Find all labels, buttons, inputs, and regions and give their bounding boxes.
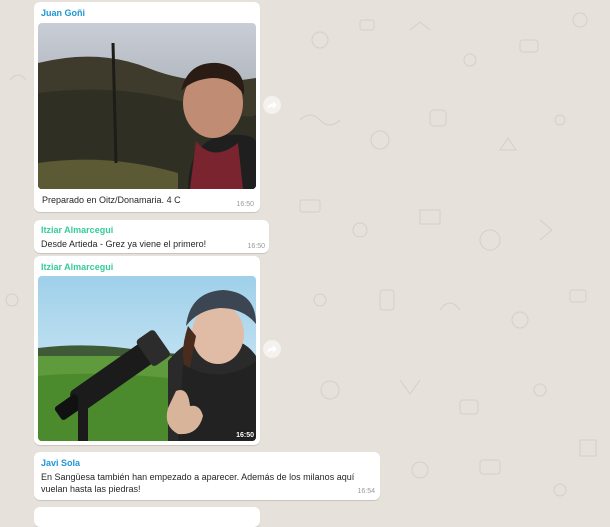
forward-button[interactable] <box>263 340 281 358</box>
sender-name[interactable]: Itziar Almarcegui <box>41 262 113 272</box>
photo-selfie-forest[interactable] <box>38 23 256 189</box>
photo-image <box>38 276 256 441</box>
message-time: 16:50 <box>236 201 254 208</box>
forward-arrow-icon <box>267 101 277 109</box>
photo-selfie-telescope[interactable] <box>38 276 256 441</box>
message-time: 16:54 <box>357 488 375 495</box>
forward-button[interactable] <box>263 96 281 114</box>
sender-name[interactable]: Itziar Almarcegui <box>41 225 113 235</box>
message-bubble-text-itziar[interactable]: Itziar Almarcegui Desde Artieda - Grez y… <box>34 220 269 253</box>
message-text-line2: vuelan hasta las piedras! <box>41 484 141 494</box>
message-bubble-partial[interactable] <box>34 507 260 527</box>
message-bubble-photo-itziar[interactable]: Itziar Almarcegui 16:50 <box>34 256 260 445</box>
message-text-line1: En Sangüesa también han empezado a apare… <box>41 472 355 482</box>
message-bubble-photo-juan[interactable]: Juan Goñi Preparado en Oitz/Donamaria. 4… <box>34 2 260 212</box>
sender-name[interactable]: Juan Goñi <box>41 8 85 18</box>
photo-image <box>38 23 256 189</box>
forward-arrow-icon <box>267 345 277 353</box>
sender-name[interactable]: Javi Sola <box>41 458 80 468</box>
message-time: 16:50 <box>236 432 254 439</box>
message-bubble-text-javi[interactable]: Javi Sola En Sangüesa también han empeza… <box>34 452 380 500</box>
photo-caption: Preparado en Oitz/Donamaria. 4 C <box>42 195 181 205</box>
message-text: Desde Artieda - Grez ya viene el primero… <box>41 239 207 249</box>
message-time: 16:50 <box>247 243 265 250</box>
